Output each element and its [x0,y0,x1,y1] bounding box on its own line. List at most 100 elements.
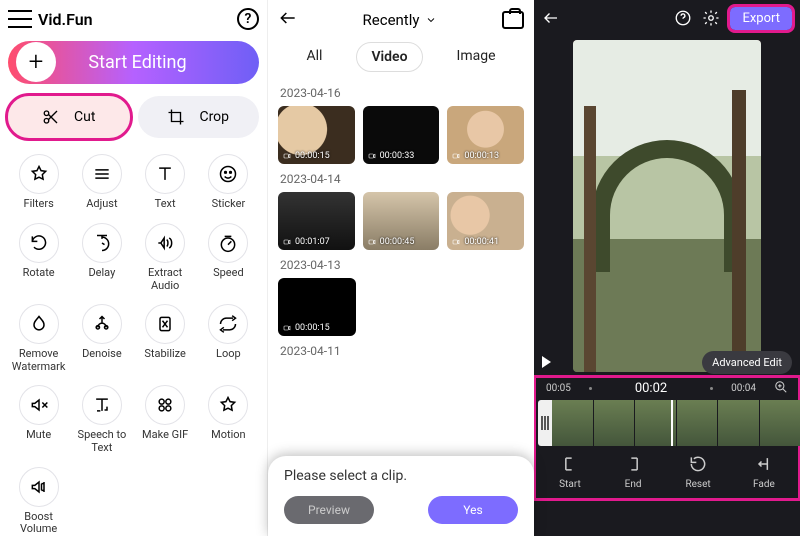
tool-label: Motion [211,429,246,442]
back-icon[interactable] [542,9,560,27]
timeline-section: 00:05 00:02 00:04 Start End Reset Fade [534,376,800,500]
zoom-icon[interactable] [774,380,788,397]
advanced-edit-button[interactable]: Advanced Edit [702,351,792,374]
help-icon[interactable]: ? [237,8,259,30]
tool-boost-volume[interactable]: Boost Volume [8,467,69,536]
date-header: 2023-04-13 [280,258,524,272]
video-thumb[interactable]: 00:00:45 [363,192,440,250]
library-panel: Recently All Video Image 2023-04-16 00:00… [267,0,534,536]
control-start[interactable]: Start [559,454,581,490]
tool-motion[interactable]: Motion [198,385,259,454]
control-end[interactable]: End [623,454,643,490]
timeline-strip[interactable] [534,400,800,446]
tool-label: Sticker [212,198,246,211]
tool-delay[interactable]: Delay [71,223,132,292]
speech-to-text-icon [82,385,122,425]
editor-header: Export [534,0,800,36]
back-icon[interactable] [278,8,298,33]
play-icon[interactable] [542,356,551,368]
video-thumb[interactable]: 00:00:41 [447,192,524,250]
video-thumb[interactable]: 00:00:15 [278,278,356,336]
tool-label: Text [155,198,176,211]
tool-label: Remove Watermark [9,348,69,373]
crop-button[interactable]: Crop [138,96,260,138]
sort-label: Recently [363,11,420,29]
camera-icon[interactable] [502,11,524,29]
loop-icon [208,304,248,344]
stabilize-icon [145,304,185,344]
tool-text[interactable]: Text [135,154,196,211]
help-icon[interactable] [674,9,692,27]
control-reset[interactable]: Reset [685,454,710,490]
boost-volume-icon [19,467,59,507]
video-thumb[interactable]: 00:00:33 [363,106,440,164]
rotate-icon [19,223,59,263]
control-label: Reset [685,479,710,490]
tab-all[interactable]: All [292,42,336,72]
tool-mute[interactable]: Mute [8,385,69,454]
tab-image[interactable]: Image [443,42,510,72]
crop-label: Crop [199,109,229,125]
duration: 00:00:15 [282,323,330,333]
select-clip-modal: Please select a clip. Preview Yes [268,456,534,536]
video-thumb[interactable]: 00:01:07 [278,192,355,250]
thumb-row: 00:00:15 00:00:33 00:00:13 [278,106,524,164]
settings-icon[interactable] [702,9,720,27]
yes-button[interactable]: Yes [428,496,518,524]
reset-icon [688,454,708,474]
motion-icon [208,385,248,425]
tool-adjust[interactable]: Adjust [71,154,132,211]
tool-loop[interactable]: Loop [198,304,259,373]
tool-label: Filters [23,198,53,211]
date-header: 2023-04-16 [280,86,524,100]
duration: 00:00:15 [282,151,330,161]
video-thumb[interactable]: 00:00:13 [447,106,524,164]
app-brand: Vid.Fun [38,10,93,29]
tool-label: Speech to Text [72,429,132,454]
scissors-icon [42,108,60,126]
dot-icon [710,387,713,390]
tool-filters[interactable]: Filters [8,154,69,211]
frames[interactable] [552,400,800,446]
duration: 00:00:41 [451,237,499,247]
video-thumb[interactable]: 00:00:15 [278,106,355,164]
preview-area: Advanced Edit [534,36,800,376]
tool-speech-to-text[interactable]: Speech to Text [71,385,132,454]
tool-extract-audio[interactable]: Extract Audio [135,223,196,292]
control-fade[interactable]: Fade [753,454,775,490]
time-center: 00:02 [610,381,692,396]
preview-image [573,40,761,372]
duration: 00:00:33 [367,151,415,161]
timecodes: 00:05 00:02 00:04 [534,376,800,400]
strip-handle[interactable] [538,400,552,446]
tool-label: Extract Audio [135,267,195,292]
cut-button[interactable]: Cut [8,96,130,138]
cut-crop-row: Cut Crop [8,96,259,138]
sort-dropdown[interactable]: Recently [298,11,502,29]
tool-sticker[interactable]: Sticker [198,154,259,211]
chevron-down-icon [425,14,437,26]
tool-make-gif[interactable]: Make GIF [135,385,196,454]
tab-video[interactable]: Video [356,42,422,72]
duration: 00:00:13 [451,151,499,161]
preview-button[interactable]: Preview [284,496,374,524]
tool-stabilize[interactable]: Stabilize [135,304,196,373]
denoise-icon [82,304,122,344]
tool-label: Denoise [82,348,122,361]
tool-speed[interactable]: Speed [198,223,259,292]
start-editing-label: Start Editing [16,52,259,73]
playhead[interactable] [671,400,673,446]
media-tabs: All Video Image [268,42,534,72]
tool-remove-watermark[interactable]: Remove Watermark [8,304,69,373]
tool-label: Adjust [86,198,117,211]
start-editing-button[interactable]: + Start Editing [8,41,259,85]
library-header: Recently [268,0,534,40]
thumb-row: 00:01:0700:00:45 00:00:41 [278,192,524,250]
hamburger-icon[interactable] [8,10,32,28]
tool-label: Make GIF [142,429,188,442]
tool-denoise[interactable]: Denoise [71,304,132,373]
start-icon [560,454,580,474]
export-button[interactable]: Export [730,7,792,30]
sticker-icon [208,154,248,194]
tool-rotate[interactable]: Rotate [8,223,69,292]
